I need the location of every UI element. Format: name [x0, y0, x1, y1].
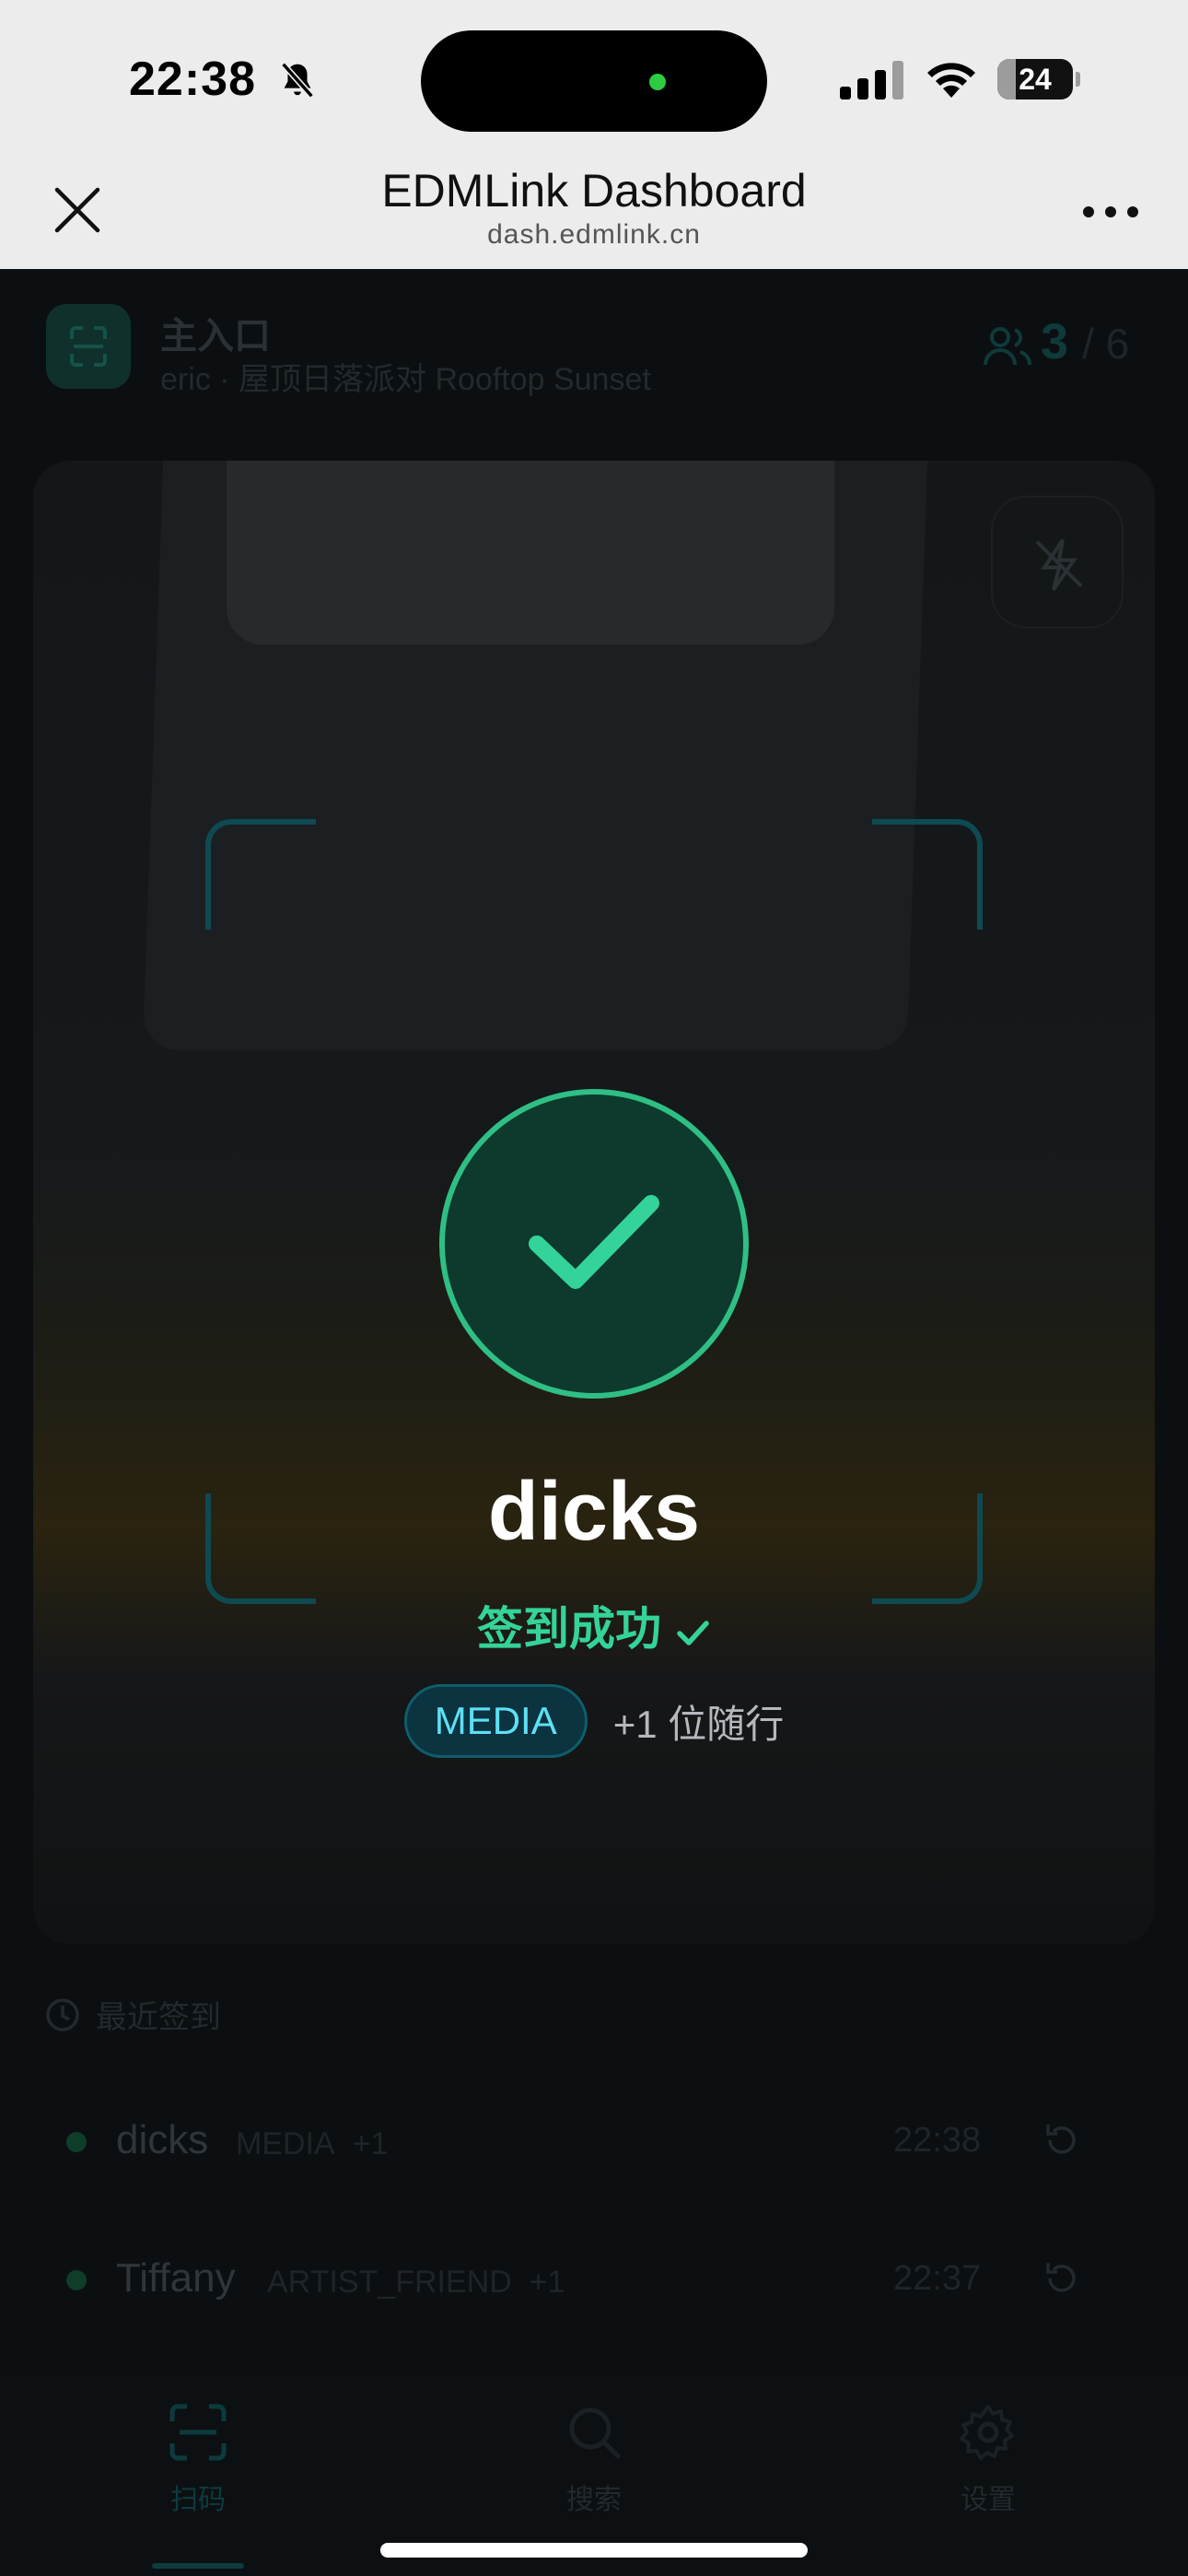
camera-indicator: [649, 74, 666, 90]
checkin-capacity: / 6: [1082, 320, 1130, 368]
checkin-status-label: 签到成功: [477, 1603, 661, 1655]
guest-name: Tiffany: [116, 2255, 236, 2301]
checkin-time: 22:37: [893, 2259, 982, 2298]
camera-feed-qr: [227, 461, 834, 645]
battery-level: 24: [1019, 63, 1052, 96]
flash-toggle-button[interactable]: [991, 496, 1124, 628]
scan-icon: [169, 2404, 227, 2461]
status-dot: [66, 2132, 87, 2152]
checkin-status: 签到成功: [0, 1592, 1188, 1658]
page-title: EDMLink Dashboard: [381, 165, 807, 217]
tab-scan[interactable]: 扫码: [78, 2370, 318, 2576]
tab-label: 搜索: [566, 2485, 622, 2515]
more-icon[interactable]: [1081, 205, 1140, 219]
flash-off-icon: [1035, 538, 1083, 591]
tab-label: 设置: [961, 2485, 1016, 2515]
battery-icon: 24: [997, 59, 1080, 100]
active-tab-indicator: [152, 2563, 244, 2569]
list-item[interactable]: Tiffany ARTIST_FRIEND +1 22:37: [0, 2226, 1188, 2355]
clock-icon: [46, 1997, 79, 2032]
checkmark-icon: [529, 1195, 659, 1289]
list-item[interactable]: dicks MEDIA +1 22:38: [0, 2088, 1188, 2217]
browser-header: EDMLink Dashboard dash.edmlink.cn: [0, 157, 1188, 269]
gear-icon: [960, 2405, 1014, 2460]
scanner-app: 主入口 eric · 屋顶日落派对 Rooftop Sunset 3 / 6 最…: [0, 269, 1188, 2576]
checkin-time: 22:38: [893, 2121, 982, 2160]
tab-settings[interactable]: 设置: [868, 2370, 1108, 2576]
guest-tag: MEDIA +1: [236, 2126, 389, 2161]
scan-frame-corner: [205, 819, 316, 930]
page-url: dash.edmlink.cn: [487, 219, 701, 250]
recent-heading-label: 最近签到: [96, 2000, 221, 2035]
status-time: 22:38: [129, 53, 256, 106]
recent-checkins-heading: 最近签到: [44, 1992, 221, 2037]
tab-label: 扫码: [170, 2485, 226, 2515]
guest-tag: ARTIST_FRIEND +1: [267, 2265, 565, 2300]
success-badge: [439, 1089, 749, 1399]
scan-frame-corner: [872, 819, 983, 930]
home-indicator[interactable]: [380, 2543, 808, 2558]
dynamic-island: [421, 30, 767, 132]
search-icon: [569, 2407, 621, 2459]
wifi-icon: [927, 63, 975, 98]
status-dot: [66, 2270, 87, 2290]
undo-icon[interactable]: [1041, 2119, 1083, 2161]
gate-subtitle: eric · 屋顶日落派对 Rooftop Sunset: [160, 362, 651, 397]
undo-icon[interactable]: [1041, 2257, 1083, 2300]
bell-muted-icon: [281, 62, 314, 99]
companion-count: +1 位随行: [612, 1702, 785, 1746]
gate-name: 主入口: [160, 316, 271, 357]
status-bar: 22:38 24: [0, 0, 1188, 157]
check-small-icon: [677, 1621, 709, 1645]
guest-category-badge: MEDIA: [403, 1684, 588, 1758]
guest-name: dicks: [116, 2117, 209, 2162]
guest-name-title: dicks: [487, 1466, 701, 1558]
guest-info-row: MEDIA +1 位随行: [0, 1684, 1188, 1758]
users-icon: [984, 327, 1031, 366]
checkin-count: 3 / 6: [1041, 314, 1130, 369]
scan-gate-icon: [46, 304, 131, 389]
cellular-signal-icon: [840, 61, 903, 100]
